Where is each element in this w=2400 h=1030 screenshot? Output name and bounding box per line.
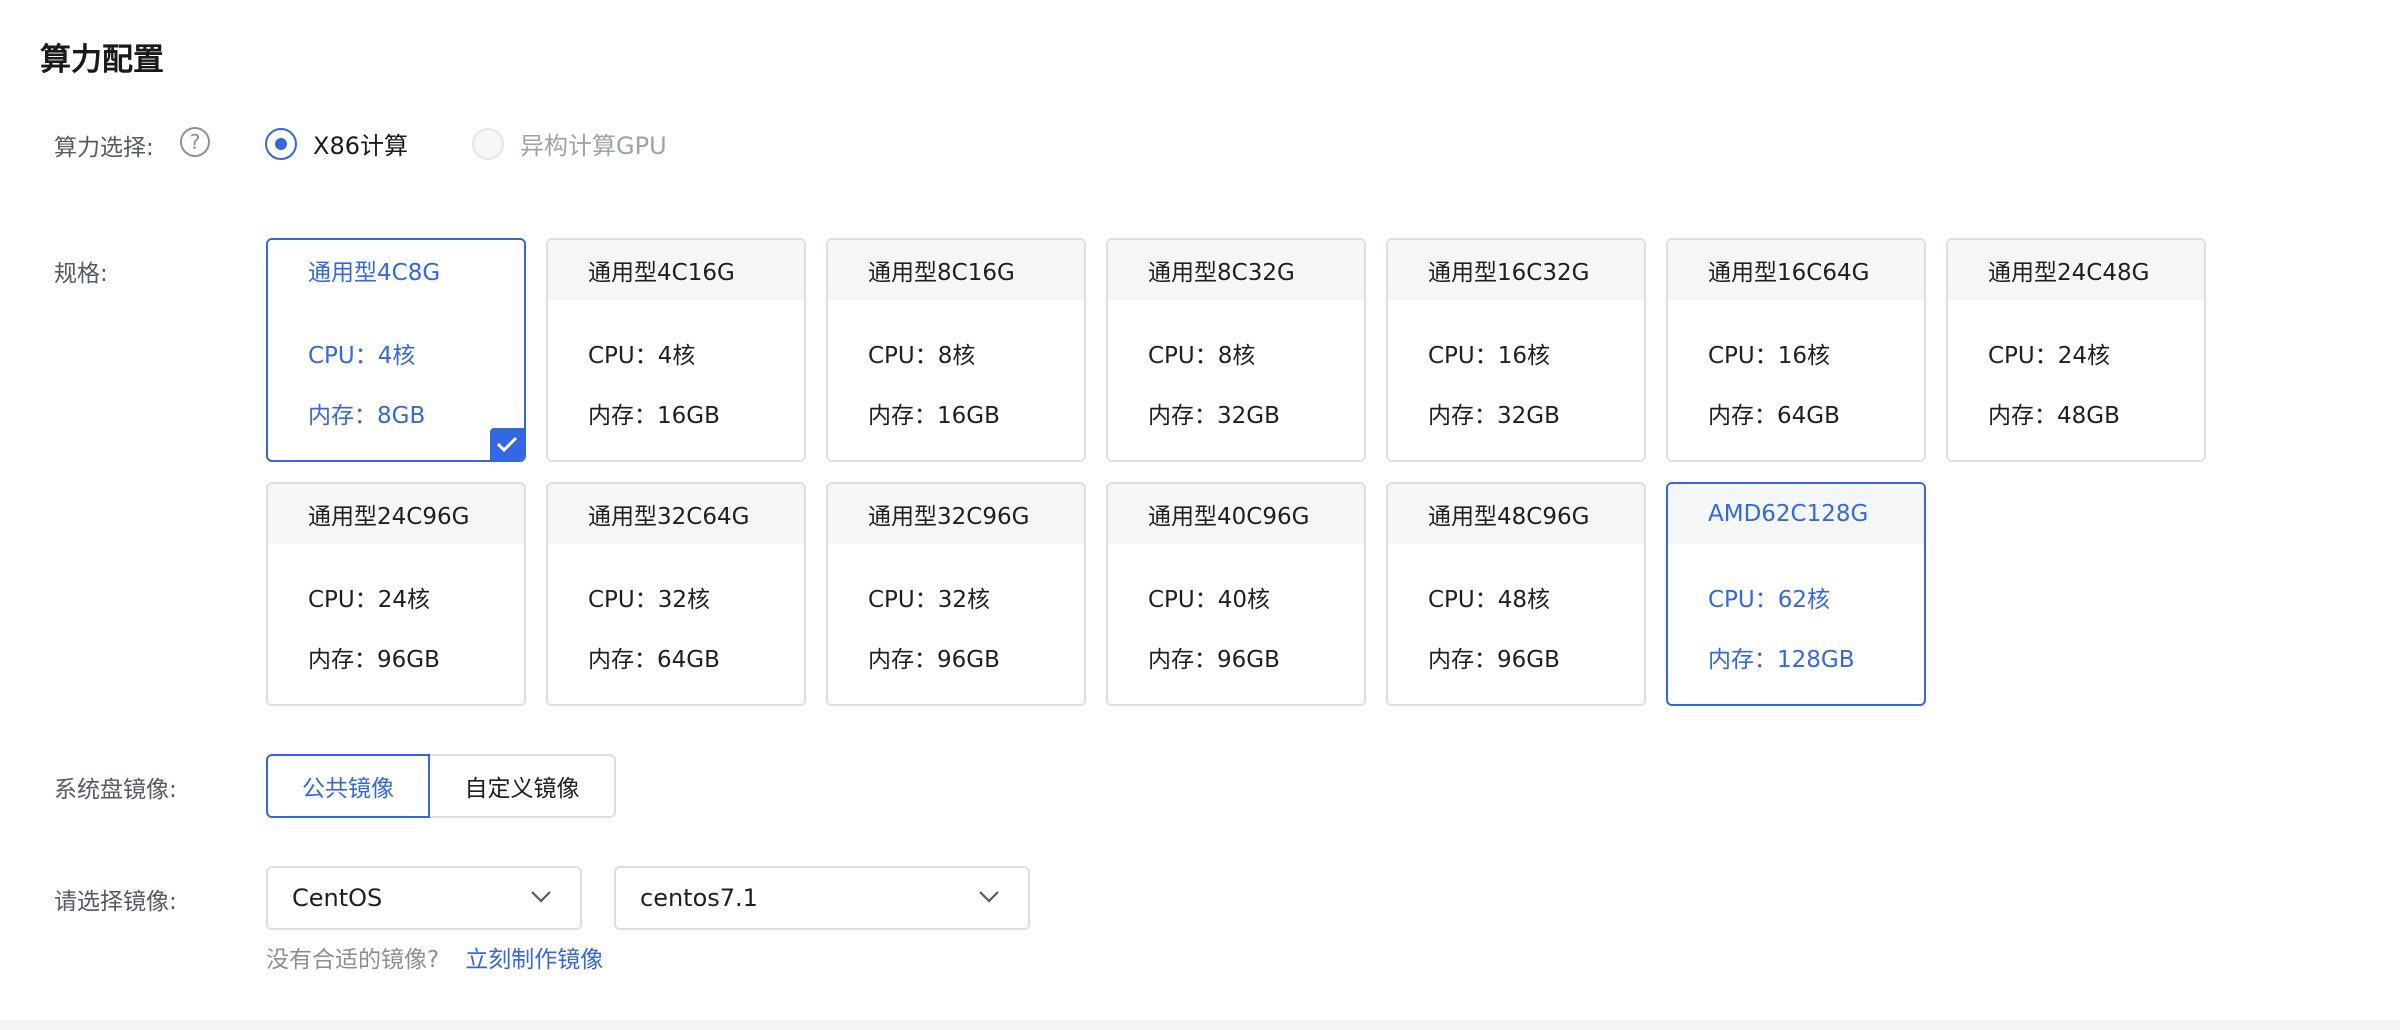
question-circle-icon[interactable]: ? bbox=[180, 127, 210, 157]
spec-card[interactable]: 通用型8C32G CPU：8核 内存：32GB bbox=[1106, 238, 1366, 462]
radio-checked-icon[interactable] bbox=[265, 127, 297, 160]
page-bottom-divider bbox=[0, 1020, 2400, 1030]
spec-card[interactable]: 通用型16C64G CPU：16核 内存：64GB bbox=[1666, 238, 1926, 462]
os-select[interactable]: CentOS bbox=[266, 866, 582, 930]
spec-card-title: 通用型32C96G bbox=[828, 484, 1084, 544]
check-icon bbox=[490, 428, 524, 460]
chevron-down-icon bbox=[531, 891, 551, 903]
spec-card-title: 通用型16C32G bbox=[1388, 240, 1644, 300]
spec-card-cpu: CPU：4核 bbox=[308, 343, 416, 369]
spec-card-cpu: CPU：48核 bbox=[1428, 587, 1551, 613]
spec-card-memory: 内存：16GB bbox=[588, 403, 720, 429]
spec-card[interactable]: 通用型8C16G CPU：8核 内存：16GB bbox=[826, 238, 1086, 462]
tab-public-image[interactable]: 公共镜像 bbox=[266, 754, 430, 818]
spec-card-cpu: CPU：32核 bbox=[588, 587, 711, 613]
spec-card[interactable]: 通用型32C64G CPU：32核 内存：64GB bbox=[546, 482, 806, 706]
spec-grid: 通用型4C8G CPU：4核 内存：8GB 通用型4C16G CPU：4核 内存：16GB… bbox=[266, 238, 2216, 706]
spec-card-title: 通用型8C16G bbox=[828, 240, 1084, 300]
spec-card-memory: 内存：48GB bbox=[1988, 403, 2120, 429]
spec-card-memory: 内存：32GB bbox=[1428, 403, 1560, 429]
image-hint-text: 没有合适的镜像? bbox=[266, 947, 440, 973]
image-source-tabs: 公共镜像 自定义镜像 bbox=[266, 754, 616, 818]
spec-card[interactable]: 通用型24C96G CPU：24核 内存：96GB bbox=[266, 482, 526, 706]
spec-card-title: 通用型40C96G bbox=[1108, 484, 1364, 544]
tab-custom-image[interactable]: 自定义镜像 bbox=[430, 754, 616, 818]
version-select[interactable]: centos7.1 bbox=[614, 866, 1030, 930]
spec-card-cpu: CPU：62核 bbox=[1708, 587, 1831, 613]
spec-card[interactable]: 通用型24C48G CPU：24核 内存：48GB bbox=[1946, 238, 2206, 462]
spec-card[interactable]: 通用型40C96G CPU：40核 内存：96GB bbox=[1106, 482, 1366, 706]
spec-card-memory: 内存：32GB bbox=[1148, 403, 1280, 429]
spec-card-memory: 内存：96GB bbox=[1428, 647, 1560, 673]
image-hint: 没有合适的镜像? 立刻制作镜像 bbox=[266, 940, 603, 974]
spec-card-memory: 内存：128GB bbox=[1708, 647, 1855, 673]
spec-card-memory: 内存：96GB bbox=[868, 647, 1000, 673]
spec-card-memory: 内存：96GB bbox=[1148, 647, 1280, 673]
spec-card[interactable]: 通用型48C96G CPU：48核 内存：96GB bbox=[1386, 482, 1646, 706]
radio-gpu: 异构计算GPU bbox=[472, 126, 667, 161]
spec-card-memory: 内存：96GB bbox=[308, 647, 440, 673]
spec-card-memory: 内存：64GB bbox=[1708, 403, 1840, 429]
spec-label: 规格: bbox=[54, 261, 108, 287]
spec-card-cpu: CPU：16核 bbox=[1708, 343, 1831, 369]
spec-card-cpu: CPU：24核 bbox=[1988, 343, 2111, 369]
radio-gpu-label: 异构计算GPU bbox=[520, 132, 667, 160]
spec-card-title: 通用型48C96G bbox=[1388, 484, 1644, 544]
spec-card-cpu: CPU：16核 bbox=[1428, 343, 1551, 369]
spec-card-title: 通用型4C8G bbox=[268, 240, 524, 300]
spec-card-memory: 内存：64GB bbox=[588, 647, 720, 673]
section-title: 算力配置 bbox=[40, 42, 164, 78]
os-select-value: CentOS bbox=[292, 884, 383, 912]
radio-disabled-icon bbox=[472, 127, 504, 160]
spec-card-memory: 内存：8GB bbox=[308, 403, 426, 429]
spec-card-title: AMD62C128G bbox=[1668, 484, 1924, 544]
spec-card-title: 通用型24C96G bbox=[268, 484, 524, 544]
spec-card-title: 通用型16C64G bbox=[1668, 240, 1924, 300]
version-select-value: centos7.1 bbox=[640, 884, 758, 912]
spec-card[interactable]: 通用型4C8G CPU：4核 内存：8GB bbox=[266, 238, 526, 462]
spec-card-cpu: CPU：8核 bbox=[1148, 343, 1256, 369]
chevron-down-icon bbox=[979, 891, 999, 903]
spec-card-cpu: CPU：8核 bbox=[868, 343, 976, 369]
spec-card-cpu: CPU：32核 bbox=[868, 587, 991, 613]
image-source-label: 系统盘镜像: bbox=[54, 777, 177, 803]
create-image-link[interactable]: 立刻制作镜像 bbox=[465, 940, 603, 974]
radio-x86-label: X86计算 bbox=[313, 132, 408, 160]
spec-card-cpu: CPU：40核 bbox=[1148, 587, 1271, 613]
spec-card-title: 通用型4C16G bbox=[548, 240, 804, 300]
spec-card[interactable]: 通用型16C32G CPU：16核 内存：32GB bbox=[1386, 238, 1646, 462]
spec-card[interactable]: 通用型4C16G CPU：4核 内存：16GB bbox=[546, 238, 806, 462]
spec-card-title: 通用型24C48G bbox=[1948, 240, 2204, 300]
spec-card-cpu: CPU：4核 bbox=[588, 343, 696, 369]
spec-card[interactable]: AMD62C128G CPU：62核 内存：128GB bbox=[1666, 482, 1926, 706]
image-select-label: 请选择镜像: bbox=[54, 889, 177, 915]
radio-x86[interactable]: X86计算 bbox=[265, 126, 408, 161]
spec-card-title: 通用型32C64G bbox=[548, 484, 804, 544]
spec-card-title: 通用型8C32G bbox=[1108, 240, 1364, 300]
spec-card-memory: 内存：16GB bbox=[868, 403, 1000, 429]
compute-label: 算力选择: bbox=[54, 135, 154, 161]
spec-card-cpu: CPU：24核 bbox=[308, 587, 431, 613]
spec-card[interactable]: 通用型32C96G CPU：32核 内存：96GB bbox=[826, 482, 1086, 706]
